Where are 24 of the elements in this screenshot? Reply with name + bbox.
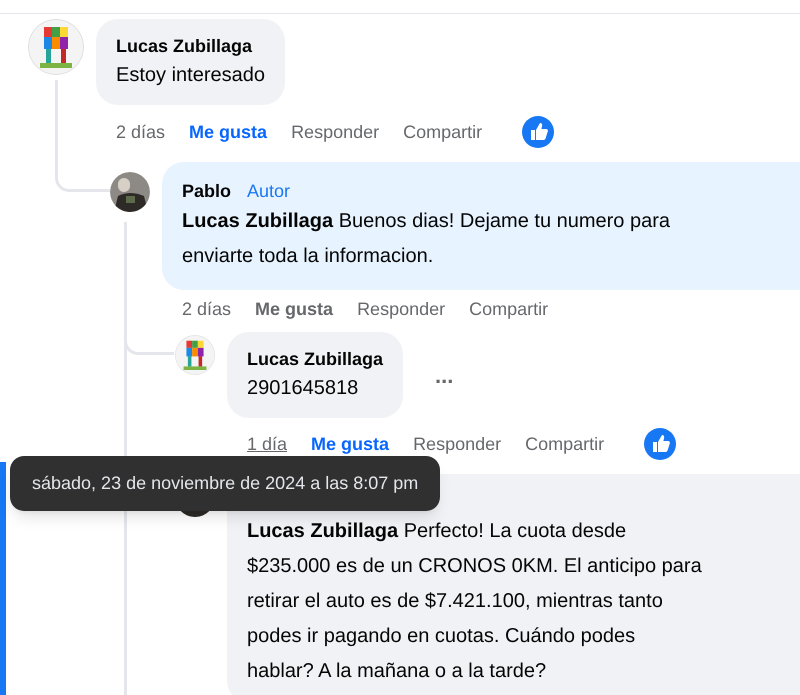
like-button[interactable]: Me gusta (311, 430, 390, 458)
like-reaction-icon[interactable] (644, 428, 676, 460)
share-button[interactable]: Compartir (525, 430, 604, 458)
date-tooltip: sábado, 23 de noviembre de 2024 a las 8:07 pm (10, 456, 440, 511)
like-button[interactable]: Me gusta (255, 296, 334, 322)
author-name[interactable]: Lucas Zubillaga (247, 346, 384, 372)
timestamp-link[interactable]: 2 días (182, 296, 232, 322)
like-reaction-icon[interactable] (522, 116, 554, 148)
timestamp-link[interactable]: 2 días (116, 118, 166, 146)
more-options-button[interactable]: ... (435, 358, 454, 392)
author-label: Autor (247, 180, 290, 203)
comment-text: Lucas Zubillaga Buenos dias! Dejame tu numero para enviarte toda la informacion. (182, 209, 672, 269)
author-name[interactable]: Pablo (182, 178, 232, 204)
share-button[interactable]: Compartir (403, 118, 482, 146)
comment-text: 2901645818 (247, 376, 360, 401)
comment-text: Estoy interesado (116, 63, 265, 88)
reply-button[interactable]: Responder (291, 118, 380, 146)
like-button[interactable]: Me gusta (189, 118, 268, 146)
comment-text: Lucas Zubillaga Perfecto! La cuota desde $235.000 es de un CRONOS 0KM. El anticipo para retirar el auto es de $7.421.100, mientras tanto podes ir pagando en cuotas. Cuándo podes hablar? A la mañana o a la tarde? (247, 519, 702, 684)
timestamp-link[interactable]: 1 día (247, 430, 288, 458)
author-name[interactable]: Lucas Zubillaga (116, 33, 252, 59)
reply-button[interactable]: Responder (357, 296, 446, 322)
reply-button[interactable]: Responder (413, 430, 502, 458)
share-button[interactable]: Compartir (469, 296, 548, 322)
